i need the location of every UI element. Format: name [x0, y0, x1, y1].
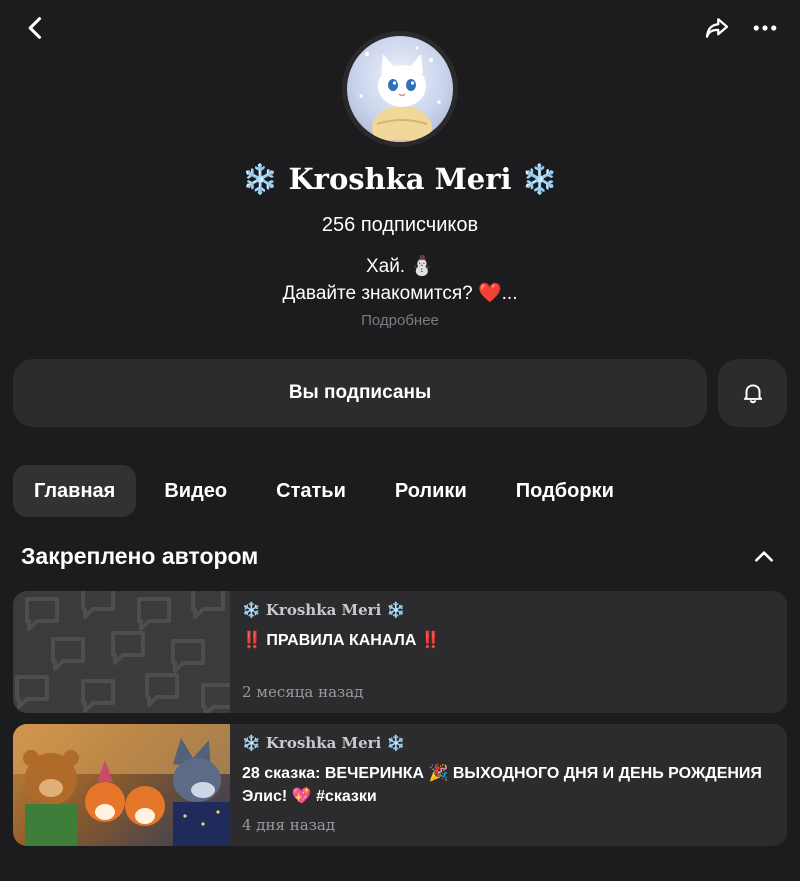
pinned-post-card[interactable]: ❄️ Kroshka Meri ❄️ ‼️ ПРАВИЛА КАНАЛА ‼️ …	[13, 591, 787, 713]
more-button[interactable]	[745, 8, 785, 48]
subscribed-label: Вы подписаны	[288, 382, 432, 403]
back-button[interactable]	[16, 8, 56, 48]
article-pattern-icon	[15, 591, 235, 713]
avatar-image	[347, 36, 453, 142]
tab-main[interactable]: Главная	[13, 465, 137, 517]
bio-line-1: Хай. ⛄	[365, 256, 435, 277]
bell-icon	[743, 384, 762, 404]
collapse-pinned-button[interactable]	[747, 540, 781, 574]
subscriber-count: 256 подписчиков	[321, 214, 479, 236]
chevron-up-icon	[755, 551, 773, 562]
pinned-section-title: Закреплено автором	[21, 543, 259, 569]
channel-name: ❄️ Kroshka Meri ❄️	[242, 162, 558, 196]
post-thumbnail-placeholder	[13, 591, 235, 713]
share-icon	[705, 18, 729, 38]
party-animals-illustration	[13, 724, 230, 846]
post-author: ❄️ Kroshka Meri ❄️	[242, 601, 406, 619]
share-button[interactable]	[697, 8, 737, 48]
tab-video[interactable]: Видео	[143, 465, 248, 517]
post-title: ‼️ ПРАВИЛА КАНАЛА ‼️	[242, 632, 441, 649]
post-time: 4 дня назад	[242, 816, 336, 834]
post-thumbnail	[13, 724, 230, 846]
post-title: 28 сказка: ВЕЧЕРИНКА 🎉 ВЫХОДНОГО ДНЯ И Д…	[242, 765, 762, 805]
cat-avatar-illustration	[359, 46, 441, 142]
channel-tabs: Главная Видео Статьи Ролики Подборки	[13, 465, 642, 517]
post-author: ❄️ Kroshka Meri ❄️	[242, 734, 406, 752]
bio-line-2: Давайте знакомится? ❤️...	[282, 283, 518, 304]
tab-collections[interactable]: Подборки	[495, 465, 635, 517]
avatar[interactable]	[342, 31, 458, 147]
notifications-button[interactable]	[718, 359, 787, 427]
chevron-left-icon	[28, 17, 42, 39]
pinned-post-card[interactable]: ❄️ Kroshka Meri ❄️ 28 сказка: ВЕЧЕРИНКА …	[13, 724, 787, 846]
more-info-link[interactable]: Подробнее	[0, 312, 800, 329]
tab-articles[interactable]: Статьи	[255, 465, 367, 517]
tab-shorts[interactable]: Ролики	[374, 465, 488, 517]
post-time: 2 месяца назад	[242, 683, 364, 701]
more-dots-icon	[753, 25, 777, 31]
subscribed-button[interactable]: Вы подписаны	[13, 359, 707, 427]
